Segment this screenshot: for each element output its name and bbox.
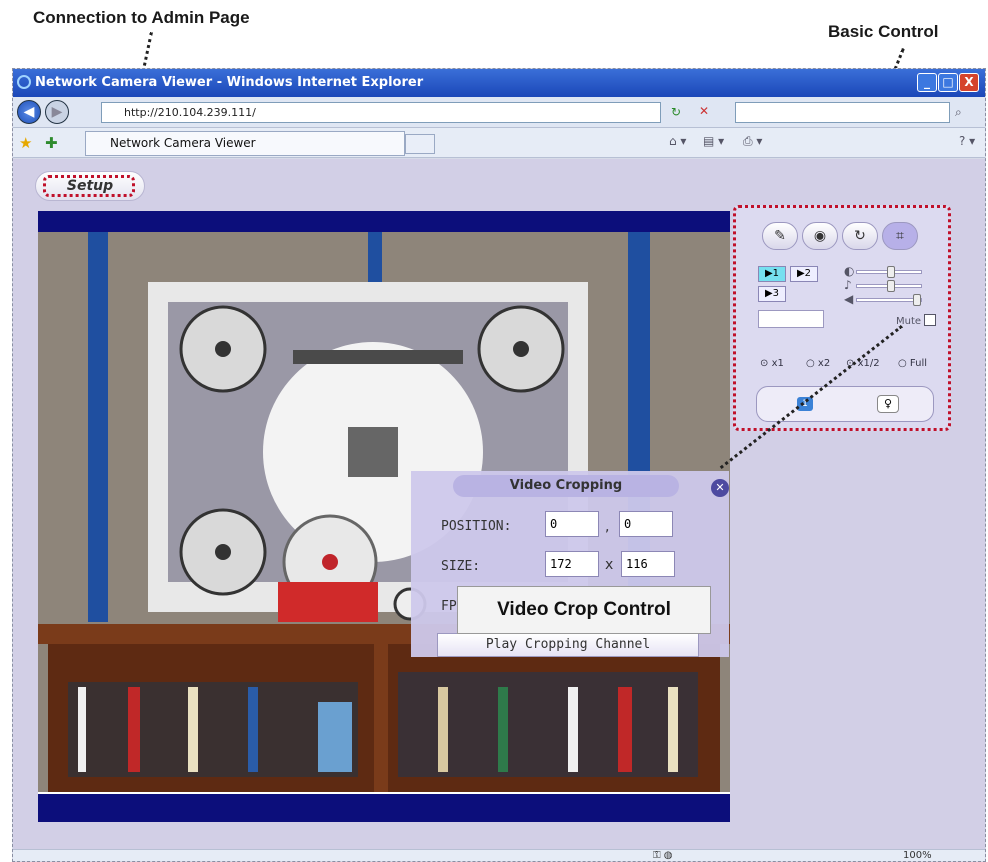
channel-1-button[interactable]: ▶1 <box>758 266 786 282</box>
position-y-input[interactable]: 0 <box>619 511 673 537</box>
light-button[interactable]: ♀ <box>877 395 899 413</box>
setting-tool-button[interactable]: ✎ <box>762 222 798 250</box>
snapshot-button[interactable]: ◉ <box>802 222 838 250</box>
browser-window: Network Camera Viewer - Windows Internet… <box>12 68 986 862</box>
mic-icon: ♪ <box>844 278 852 292</box>
position-separator: , <box>605 519 610 535</box>
callout-basic: Basic Control <box>828 22 939 41</box>
search-icon[interactable]: ⌕ <box>955 105 962 120</box>
new-tab-button[interactable] <box>405 134 435 154</box>
speaker-icon: ◀ <box>844 292 854 306</box>
size-width-input[interactable]: 172 <box>545 551 599 577</box>
minimize-button[interactable]: _ <box>917 73 937 92</box>
channel-2-button[interactable]: ▶2 <box>790 266 818 282</box>
video-bottom-bar <box>38 792 730 822</box>
position-label: POSITION: <box>441 519 512 534</box>
size-height-input[interactable]: 116 <box>621 551 675 577</box>
window-title: Network Camera Viewer - Windows Internet… <box>35 75 424 90</box>
basic-control-panel: ✎ ◉ ↻ ⌗ ▶1 ▶2 ▶3 ◐ ♪ ◀ Mute ⊙ x1 ○ x2 ⊙ … <box>733 205 951 431</box>
zoom-x2-radio[interactable]: ○ x2 <box>806 358 830 369</box>
position-x-input[interactable]: 0 <box>545 511 599 537</box>
forward-button[interactable]: ▶ <box>45 100 69 124</box>
size-separator: x <box>605 557 614 573</box>
crop-close-icon[interactable]: ✕ <box>711 479 729 497</box>
size-label: SIZE: <box>441 559 481 574</box>
back-button[interactable]: ◀ <box>17 100 41 124</box>
setup-highlight <box>43 175 135 197</box>
title-bar: Network Camera Viewer - Windows Internet… <box>13 69 985 97</box>
zoom-full-radio[interactable]: ○ Full <box>898 358 927 369</box>
tab-network-camera-viewer[interactable]: Network Camera Viewer <box>85 131 405 156</box>
brightness-slider[interactable] <box>856 266 922 278</box>
crop-button[interactable]: ⌗ <box>882 222 918 250</box>
crop-dialog-title: Video Cropping <box>453 475 679 497</box>
play-cropping-channel-button[interactable]: Play Cropping Channel <box>437 633 699 657</box>
mute-checkbox[interactable] <box>924 314 936 326</box>
stop-icon[interactable]: ✕ <box>699 104 709 118</box>
zoom-x1-radio[interactable]: ⊙ x1 <box>760 358 784 369</box>
print-icon[interactable]: ⎙ ▾ <box>743 134 762 149</box>
close-button[interactable]: X <box>959 73 979 92</box>
maximize-button[interactable]: □ <box>938 73 958 92</box>
zoom-level[interactable]: 100% <box>903 850 932 861</box>
url-input[interactable]: http://210.104.239.111/ <box>101 102 661 123</box>
video-crop-control-label: Video Crop Control <box>457 586 711 634</box>
channel-3-button[interactable]: ▶3 <box>758 286 786 302</box>
status-bar: ⚿ ◍ 100% <box>13 849 985 861</box>
volume-slider[interactable] <box>856 294 922 306</box>
ie-icon <box>17 75 31 89</box>
add-favorite-icon[interactable]: ✚ <box>45 134 58 152</box>
home-icon[interactable]: ⌂ ▾ <box>669 134 686 148</box>
feeds-icon[interactable]: ▤ ▾ <box>703 134 724 148</box>
tab-bar: ★ ✚ Network Camera Viewer ⌂ ▾ ▤ ▾ ⎙ ▾ ? … <box>13 128 985 158</box>
refresh-icon[interactable]: ↻ <box>671 105 681 119</box>
status-security-icon: ⚿ ◍ <box>653 850 673 861</box>
help-icon[interactable]: ? ▾ <box>959 134 975 148</box>
video-top-bar <box>38 211 730 232</box>
refresh-button[interactable]: ↻ <box>842 222 878 250</box>
address-bar: ◀ ▶ http://210.104.239.111/ ↻ ✕ ⌕ <box>13 97 985 128</box>
search-input[interactable] <box>735 102 950 123</box>
favorites-icon[interactable]: ★ <box>19 134 32 152</box>
mic-slider[interactable] <box>856 280 922 292</box>
progress-box <box>758 310 824 328</box>
brightness-icon: ◐ <box>844 264 855 278</box>
page-content: Setup ✎ ◉ ↻ ⌗ ▶1 ▶2 ▶3 ◐ ♪ ◀ Mute ⊙ x1 ○… <box>13 159 985 849</box>
callout-admin: Connection to Admin Page <box>33 8 250 27</box>
